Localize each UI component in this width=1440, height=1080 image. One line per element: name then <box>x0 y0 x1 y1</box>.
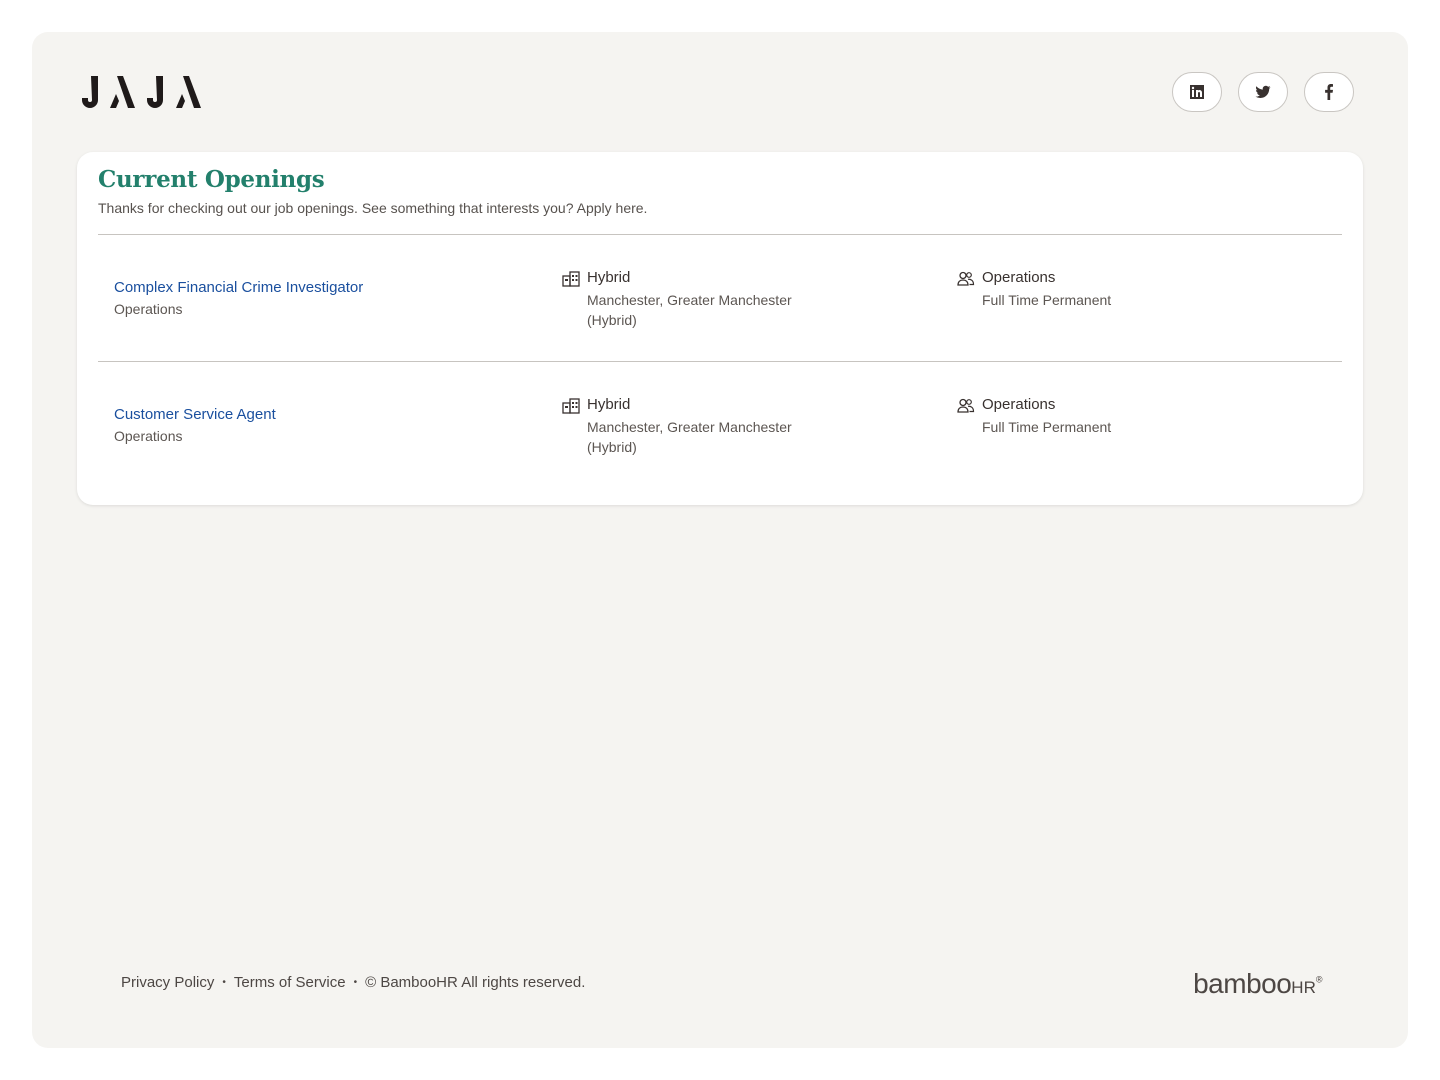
job-listing: Customer Service Agent Operations Hybrid… <box>77 362 1363 489</box>
twitter-icon <box>1255 85 1271 99</box>
job-title-link[interactable]: Customer Service Agent <box>114 406 276 423</box>
terms-of-service-link[interactable]: Terms of Service <box>234 974 346 991</box>
team-name: Operations <box>982 396 1056 413</box>
people-icon <box>957 398 975 413</box>
page-title: Current Openings <box>98 166 325 193</box>
bamboohr-logo-tm: ® <box>1315 974 1323 985</box>
building-icon <box>562 271 580 287</box>
job-title-link[interactable]: Complex Financial Crime Investigator <box>114 279 363 296</box>
footer-separator: • <box>353 977 358 988</box>
linkedin-button[interactable] <box>1172 72 1222 112</box>
page-container: Current Openings Thanks for checking out… <box>32 32 1408 1048</box>
location-text: Manchester, Greater Manchester (Hybrid) <box>587 419 792 455</box>
location-type: Hybrid <box>587 269 631 286</box>
location-text: Manchester, Greater Manchester (Hybrid) <box>587 292 792 328</box>
bamboohr-logo[interactable]: bambooHR® <box>1193 968 1322 1000</box>
page-subtitle: Thanks for checking out our job openings… <box>98 200 648 216</box>
twitter-button[interactable] <box>1238 72 1288 112</box>
facebook-icon <box>1325 84 1333 100</box>
social-links <box>1172 72 1354 112</box>
building-icon <box>562 398 580 414</box>
copyright-text: © BambooHR All rights reserved. <box>365 974 586 991</box>
location-type: Hybrid <box>587 396 631 413</box>
team-name: Operations <box>982 269 1056 286</box>
job-department: Operations <box>114 428 183 444</box>
openings-card: Current Openings Thanks for checking out… <box>77 152 1363 505</box>
employment-type: Full Time Permanent <box>982 292 1112 308</box>
facebook-button[interactable] <box>1304 72 1354 112</box>
job-listing: Complex Financial Crime Investigator Ope… <box>77 235 1363 362</box>
linkedin-icon <box>1190 85 1204 99</box>
bamboohr-logo-main: bamboo <box>1193 968 1292 999</box>
bamboohr-logo-hr: HR <box>1291 978 1316 997</box>
employment-type: Full Time Permanent <box>982 419 1112 435</box>
footer: Privacy Policy • Terms of Service • © Ba… <box>121 974 585 991</box>
jaja-logo[interactable] <box>80 72 212 112</box>
privacy-policy-link[interactable]: Privacy Policy <box>121 974 214 991</box>
footer-separator: • <box>222 977 226 988</box>
people-icon <box>957 271 975 286</box>
job-department: Operations <box>114 301 183 317</box>
